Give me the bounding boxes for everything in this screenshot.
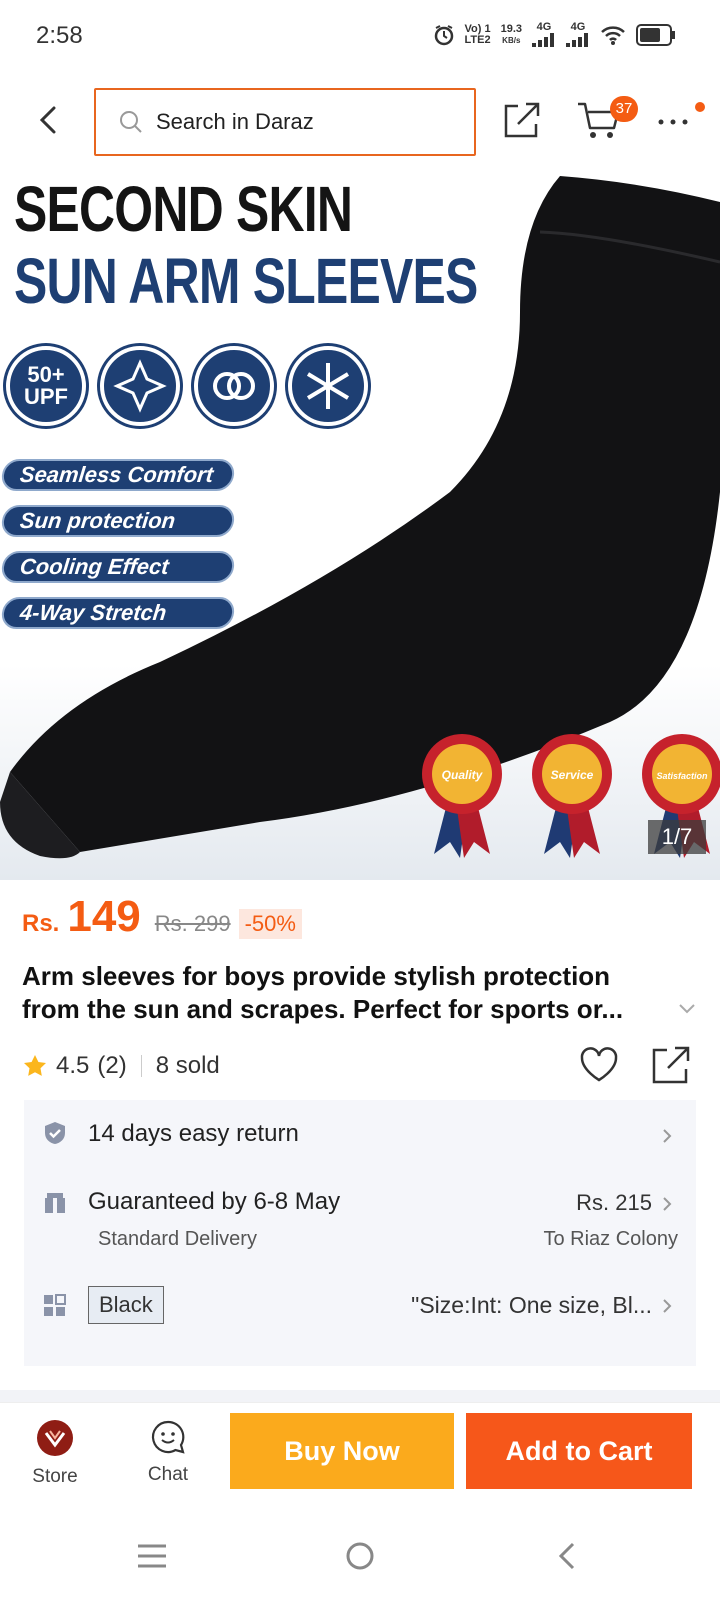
system-navigation-bar [0,1514,720,1600]
product-title[interactable]: Arm sleeves for boys provide stylish pro… [22,960,662,1026]
delivery-box-icon [45,1193,65,1213]
home-icon[interactable] [340,1536,380,1576]
bottom-action-bar: Store Chat Buy Now Add to Cart [0,1402,720,1512]
search-placeholder: Search in Daraz [156,109,314,134]
upf-badge: 50+ UPF [6,346,86,426]
award-label: Service [551,768,594,782]
network-speed: 19.3 KB/s [500,22,522,45]
delivery-type: Standard Delivery [98,1228,257,1250]
signal-icon [532,33,554,47]
signal-icon [566,33,588,47]
feature-pill: Sun protection [0,505,236,537]
feature-pill: 4-Way Stretch [0,597,236,629]
cart-count-badge: 37 [610,96,638,122]
back-icon[interactable] [28,100,68,140]
store-label: Store [32,1466,78,1487]
back-nav-icon[interactable] [548,1536,588,1576]
delivery-price: Rs. 215 [576,1190,652,1215]
top-header: Search in Daraz 37 [0,84,720,160]
image-counter: 1/7 [648,820,706,854]
status-time: 2:58 [36,22,83,49]
search-input[interactable]: Search in Daraz [94,88,476,156]
image-title-line1: SECOND SKIN [14,173,353,245]
variant-spec: "Size:Int: One size, Bl... [411,1292,652,1318]
alarm-icon [434,24,453,45]
price-current: 149 [67,892,141,941]
share-icon[interactable] [650,1044,692,1086]
delivery-guarantee-text: Guaranteed by 6-8 May [88,1188,341,1215]
buy-now-button[interactable]: Buy Now [230,1413,454,1489]
feature-badges: 50+ UPF [6,346,368,426]
feature-list: Seamless Comfort Sun protection Cooling … [0,459,236,629]
return-policy-text: 14 days easy return [88,1120,299,1147]
signal-sim1: 4G [532,22,556,47]
chat-label: Chat [147,1464,189,1485]
sold-count: 8 sold [155,1052,220,1079]
shield-check-icon [45,1122,65,1144]
section-separator [0,1390,720,1402]
seamless-loop-icon [194,346,274,426]
delivery-row[interactable]: Guaranteed by 6-8 May Standard Delivery … [24,1186,696,1256]
chevron-right-icon [663,1197,672,1211]
product-image-gallery[interactable]: SECOND SKIN SUN ARM SLEEVES 50+ UPF Seaml… [0,162,720,880]
price-row: Rs. 149 Rs. 299 -50% [22,892,302,948]
chevron-right-icon [663,1299,672,1313]
rating-value: 4.5 [56,1052,90,1079]
share-icon[interactable] [502,100,542,140]
search-icon [120,111,142,133]
variant-color-chip[interactable]: Black [88,1286,164,1324]
image-title-line2: SUN ARM SLEEVES [14,245,478,317]
divider [140,1055,142,1077]
chat-icon [151,1420,185,1454]
add-to-cart-button[interactable]: Add to Cart [466,1413,692,1489]
chevron-down-icon[interactable] [676,1000,698,1016]
battery-icon [636,23,675,46]
snowflake-icon [288,346,368,426]
heart-icon[interactable] [578,1044,620,1086]
feature-pill: Cooling Effect [0,551,236,583]
stretch-arrows-icon [100,346,180,426]
chat-button[interactable]: Chat [128,1419,208,1497]
service-info-panel: 14 days easy return Guaranteed by 6-8 Ma… [24,1100,696,1366]
return-policy-row[interactable]: 14 days easy return [24,1116,696,1156]
more-options-icon[interactable] [656,108,692,132]
award-ribbon-quality: Quality [422,734,502,858]
store-button[interactable]: Store [15,1419,95,1497]
award-label: Quality [442,768,484,782]
status-bar: 2:58 Vo) 1 LTE2 19.3 KB/s 4G 4G [0,0,720,72]
status-icons: Vo) 1 LTE2 19.3 KB/s 4G 4G [433,22,677,47]
volte-indicator: Vo) 1 LTE2 [464,22,491,46]
star-icon [24,1055,46,1076]
delivery-location: To Riaz Colony [543,1228,678,1250]
recent-apps-icon[interactable] [132,1536,172,1576]
award-label: Satisfaction [656,771,708,781]
feature-pill: Seamless Comfort [0,459,236,491]
wifi-icon [601,25,625,45]
notification-dot [695,102,705,112]
variant-row[interactable]: Black "Size:Int: One size, Bl... [24,1286,696,1326]
store-logo-icon [37,1420,73,1456]
discount-badge: -50% [238,909,302,939]
grid-variants-icon [44,1294,66,1316]
award-ribbon-service: Service [532,734,612,858]
review-count: (2) [97,1052,127,1079]
rating-row[interactable]: 4.5 (2) 8 sold [22,1046,220,1086]
signal-sim2: 4G [566,22,590,47]
price-original: Rs. 299 [154,911,231,936]
chevron-right-icon [663,1129,672,1143]
price-currency: Rs. [22,910,60,937]
